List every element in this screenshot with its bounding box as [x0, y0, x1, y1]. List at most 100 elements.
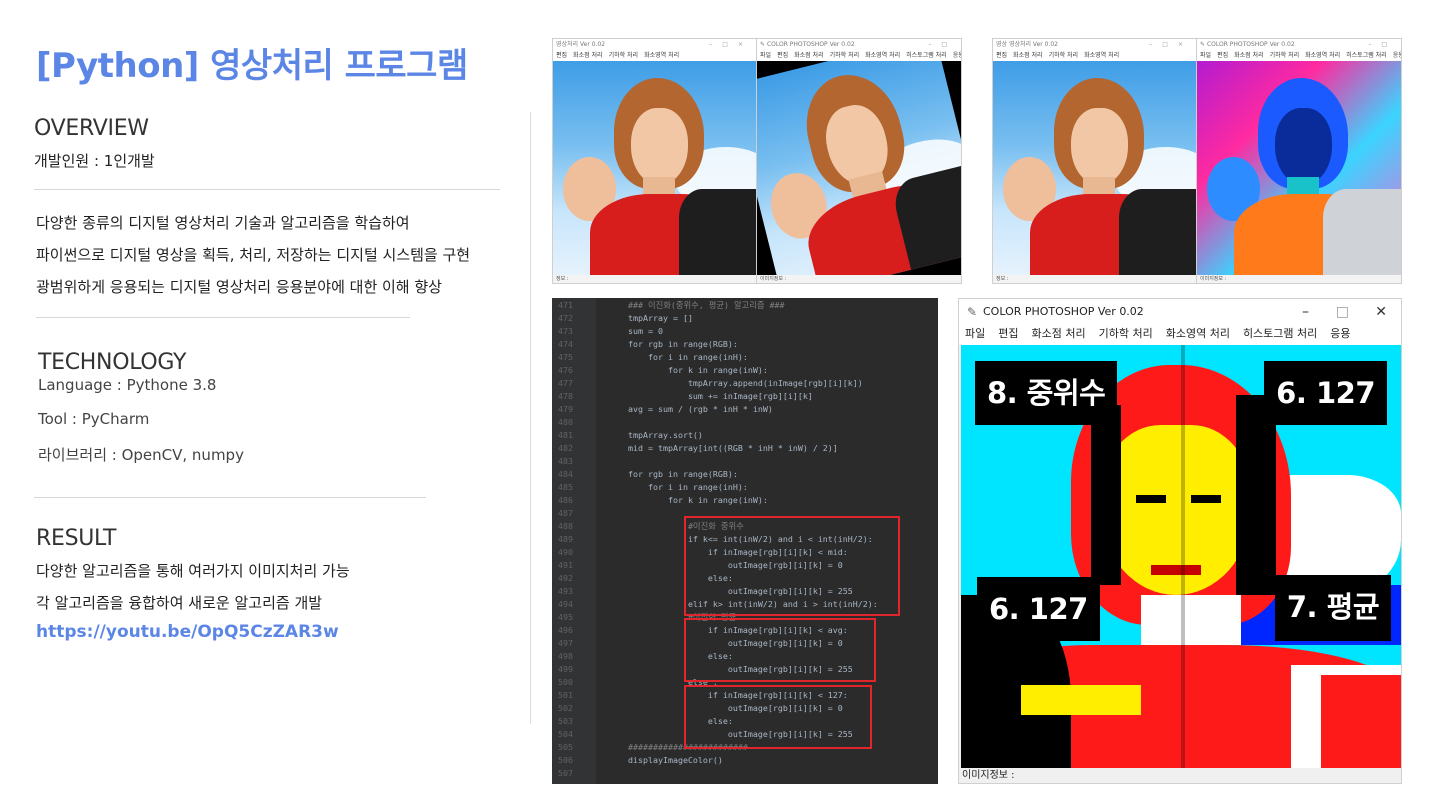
window-titlebar[interactable]: ✎ COLOR PHOTOSHOP Ver 0.02 – □ ✕	[959, 299, 1401, 325]
menu-edit[interactable]: 편집	[998, 327, 1018, 340]
original-image-window-2[interactable]: 영상 영상처리 Ver 0.02 –□× 편집 화소점 처리 기하학 처리 화소영역 처…	[992, 38, 1198, 284]
image-canvas	[553, 61, 757, 275]
menu-file[interactable]: 파일	[760, 52, 771, 59]
menu-histogram[interactable]: 히스토그램 처리	[1243, 327, 1317, 340]
line-number: 496	[558, 625, 573, 635]
window-controls[interactable]: –□×	[709, 39, 753, 51]
menu-area[interactable]: 화소영역 처리	[1084, 52, 1119, 59]
code-line: 506 displayImageColor()	[552, 754, 938, 767]
image-canvas	[1197, 61, 1401, 275]
code-text: sum = 0	[628, 326, 663, 336]
status-bar: 이미지정보 :	[757, 275, 961, 283]
processed-image-window[interactable]: ✎ COLOR PHOTOSHOP Ver 0.02 –□ 파일 편집 화소점 처리 기…	[1196, 38, 1402, 284]
label-127-top: 6. 127	[1264, 361, 1387, 425]
result-line-2: 각 알고리즘을 융합하여 새로운 알고리즘 개발	[36, 594, 323, 612]
menu-apply[interactable]: 응용	[1330, 327, 1350, 340]
code-text: for i in range(inH):	[628, 352, 748, 362]
code-text: for k in range(inW):	[628, 495, 768, 505]
divider	[34, 189, 500, 190]
portrait-photo	[993, 61, 1197, 275]
close-icon[interactable]: ✕	[1375, 299, 1387, 325]
column-separator	[530, 112, 531, 724]
menu-area[interactable]: 화소영역 처리	[644, 52, 679, 59]
menu-bar: 편집 화소점 처리 기하학 처리 화소영역 처리	[553, 51, 757, 61]
menu-pixel[interactable]: 화소점 처리	[573, 52, 603, 59]
menu-edit[interactable]: 편집	[1217, 52, 1228, 59]
menu-geometry[interactable]: 기하학 처리	[1099, 327, 1153, 340]
code-text: for rgb in range(RGB):	[628, 339, 738, 349]
menu-area[interactable]: 화소영역 처리	[1166, 327, 1230, 340]
youtube-link[interactable]: https://youtu.be/OpQ5CzZAR3w	[36, 622, 339, 642]
menu-pixel[interactable]: 화소점 처리	[794, 52, 824, 59]
minimize-icon[interactable]: –	[1302, 299, 1309, 325]
result-line-1: 다양한 알고리즘을 통해 여러가지 이미지처리 가능	[36, 562, 350, 580]
line-number: 503	[558, 716, 573, 726]
code-line: 507	[552, 767, 938, 780]
line-number: 489	[558, 534, 573, 544]
menu-edit[interactable]: 편집	[556, 52, 567, 59]
menu-file[interactable]: 파일	[965, 327, 985, 340]
technology-library: 라이브러리 : OpenCV, numpy	[38, 446, 244, 464]
code-line: 483	[552, 455, 938, 468]
menu-pixel[interactable]: 화소점 처리	[1032, 327, 1086, 340]
window-title: COLOR PHOTOSHOP Ver 0.02	[766, 41, 855, 48]
code-line: 476 for k in range(inW):	[552, 364, 938, 377]
window-title: 영상 영상처리 Ver 0.02	[996, 41, 1058, 48]
menu-apply[interactable]: 응용	[1393, 52, 1401, 59]
menu-pixel[interactable]: 화소점 처리	[1234, 52, 1264, 59]
menu-geometry[interactable]: 기하학 처리	[830, 52, 860, 59]
code-text: tmpArray.append(inImage[rgb][i][k])	[628, 378, 863, 388]
menu-area[interactable]: 화소영역 처리	[865, 52, 900, 59]
line-number: 479	[558, 404, 573, 414]
line-number: 472	[558, 313, 573, 323]
original-image-window[interactable]: 영상처리 Ver 0.02 –□× 편집 화소점 처리 기하학 처리 화소영역 처리 정…	[552, 38, 758, 284]
overview-heading: OVERVIEW	[34, 116, 149, 141]
menu-edit[interactable]: 편집	[777, 52, 788, 59]
menu-file[interactable]: 파일	[1200, 52, 1211, 59]
window-titlebar[interactable]: ✎ COLOR PHOTOSHOP Ver 0.02 –□	[1197, 39, 1401, 51]
divider	[34, 497, 426, 498]
menu-edit[interactable]: 편집	[996, 52, 1007, 59]
code-line: 484 for rgb in range(RGB):	[552, 468, 938, 481]
feather-icon: ✎	[760, 41, 767, 48]
image-canvas	[993, 61, 1197, 275]
status-bar: 이미지정보 :	[1197, 275, 1401, 283]
code-line: 475 for i in range(inH):	[552, 351, 938, 364]
image-canvas	[757, 61, 961, 275]
code-line: 481 tmpArray.sort()	[552, 429, 938, 442]
menu-histogram[interactable]: 히스토그램 처리	[1346, 52, 1387, 59]
window-title: COLOR PHOTOSHOP Ver 0.02	[983, 305, 1144, 318]
menu-pixel[interactable]: 화소점 처리	[1013, 52, 1043, 59]
window-controls[interactable]: –□	[928, 39, 957, 51]
page-title: [Python] 영상처리 프로그램	[36, 46, 468, 86]
menu-geometry[interactable]: 기하학 처리	[609, 52, 639, 59]
status-bar: 정보 :	[553, 275, 757, 283]
maximize-icon[interactable]: □	[1336, 299, 1349, 325]
menu-geometry[interactable]: 기하학 처리	[1049, 52, 1079, 59]
divider	[36, 317, 410, 318]
code-line: 474 for rgb in range(RGB):	[552, 338, 938, 351]
highlight-box-average	[684, 618, 876, 682]
code-text: for i in range(inH):	[628, 482, 748, 492]
menu-histogram[interactable]: 히스토그램 처리	[906, 52, 947, 59]
menu-area[interactable]: 화소영역 처리	[1305, 52, 1340, 59]
line-number: 498	[558, 651, 573, 661]
code-text: ### 이진화(중위수, 평균) 알고리즘 ###	[628, 300, 785, 310]
menu-geometry[interactable]: 기하학 처리	[1270, 52, 1300, 59]
highlight-box-median	[684, 516, 900, 616]
code-text: tmpArray = []	[628, 313, 693, 323]
line-number: 497	[558, 638, 573, 648]
window-titlebar[interactable]: 영상처리 Ver 0.02 –□×	[553, 39, 757, 51]
window-titlebar[interactable]: 영상 영상처리 Ver 0.02 –□×	[993, 39, 1197, 51]
window-controls[interactable]: –□	[1368, 39, 1397, 51]
menu-apply[interactable]: 응용	[953, 52, 961, 59]
window-controls[interactable]: –□×	[1149, 39, 1193, 51]
line-number: 490	[558, 547, 573, 557]
code-line: 486 for k in range(inW):	[552, 494, 938, 507]
color-photoshop-window[interactable]: ✎ COLOR PHOTOSHOP Ver 0.02 – □ ✕ 파일 편집 화소점…	[958, 298, 1402, 784]
code-editor[interactable]: 471 ### 이진화(중위수, 평균) 알고리즘 ### 472 tmpArray …	[552, 298, 938, 784]
rotated-image-window[interactable]: ✎ COLOR PHOTOSHOP Ver 0.02 –□ 파일 편집 화소점 처리 기…	[756, 38, 962, 284]
code-line: 473 sum = 0	[552, 325, 938, 338]
window-titlebar[interactable]: ✎ COLOR PHOTOSHOP Ver 0.02 –□	[757, 39, 961, 51]
line-number: 480	[558, 417, 573, 427]
